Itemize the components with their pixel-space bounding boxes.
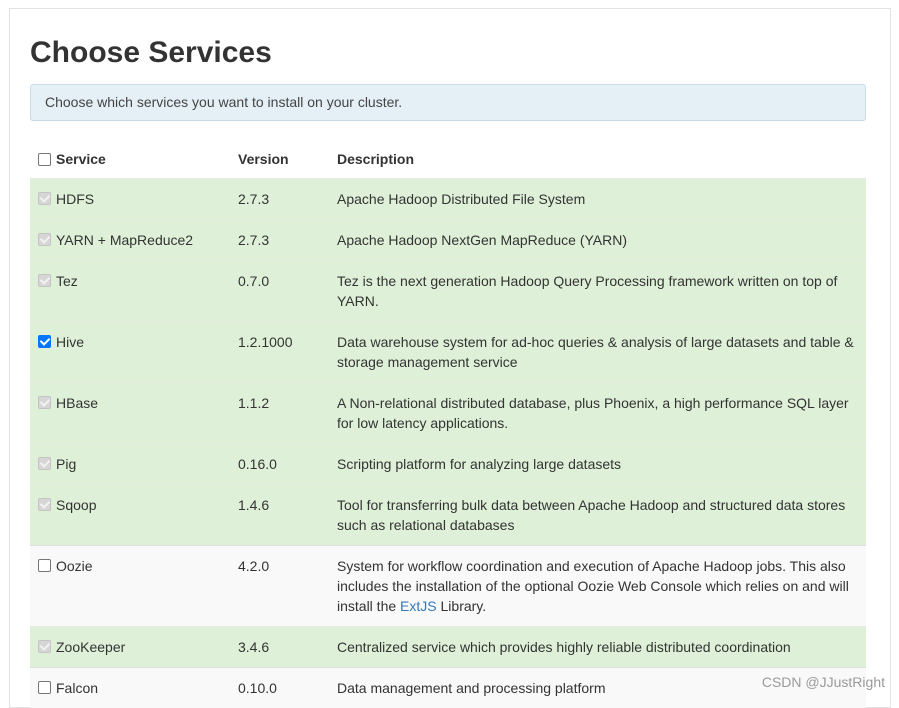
service-name: ZooKeeper <box>56 638 126 655</box>
service-version: 0.10.0 <box>238 666 337 708</box>
service-version: 4.2.0 <box>238 544 337 626</box>
service-name: Pig <box>56 455 77 472</box>
service-checkbox-yarn[interactable] <box>38 232 51 246</box>
info-alert: Choose which services you want to instal… <box>30 84 866 121</box>
service-description: Centralized service which provides highl… <box>337 625 866 667</box>
service-header-label: Service <box>56 151 106 168</box>
table-row-sqoop: Sqoop 1.4.6 Tool for transferring bulk d… <box>30 483 866 545</box>
service-version: 1.2.1000 <box>238 320 337 382</box>
oozie-description-suffix: Library. <box>436 597 487 614</box>
service-version: 0.16.0 <box>238 442 337 484</box>
service-checkbox-zookeeper[interactable] <box>38 639 51 653</box>
service-checkbox-sqoop[interactable] <box>38 497 51 511</box>
page-title: Choose Services <box>30 36 272 69</box>
service-version: 2.7.3 <box>238 218 337 260</box>
service-description: Data warehouse system for ad-hoc queries… <box>337 320 866 382</box>
service-version: 1.1.2 <box>238 381 337 443</box>
service-description: Apache Hadoop Distributed File System <box>337 177 866 219</box>
service-checkbox-hdfs[interactable] <box>38 191 51 205</box>
table-header-row: Service Version Description <box>30 141 866 178</box>
service-description: A Non-relational distributed database, p… <box>337 381 866 443</box>
service-checkbox-falcon[interactable] <box>38 680 51 694</box>
service-name: HDFS <box>56 190 95 207</box>
services-table: Service Version Description HDFS 2.7.3 A… <box>30 141 866 708</box>
service-checkbox-hbase[interactable] <box>38 395 51 409</box>
table-row-zookeeper: ZooKeeper 3.4.6 Centralized service whic… <box>30 625 866 667</box>
description-column-header: Description <box>337 151 415 168</box>
service-name: Falcon <box>56 679 99 696</box>
select-all-checkbox[interactable] <box>38 152 51 166</box>
extjs-link[interactable]: ExtJS <box>400 598 437 614</box>
service-checkbox-pig[interactable] <box>38 456 51 470</box>
service-version: 3.4.6 <box>238 625 337 667</box>
service-checkbox-hive[interactable] <box>38 334 51 348</box>
service-checkbox-oozie[interactable] <box>38 558 51 572</box>
service-column-header: Service <box>30 141 238 178</box>
service-description: System for workflow coordination and exe… <box>337 544 866 626</box>
watermark: CSDN @JJustRight <box>761 674 885 690</box>
table-row-hdfs: HDFS 2.7.3 Apache Hadoop Distributed Fil… <box>30 177 866 219</box>
service-name: Sqoop <box>56 496 97 513</box>
service-version: 2.7.3 <box>238 177 337 219</box>
service-name: YARN + MapReduce2 <box>56 231 194 248</box>
service-description: Tez is the next generation Hadoop Query … <box>337 259 866 321</box>
service-description: Tool for transferring bulk data between … <box>337 483 866 545</box>
service-description: Scripting platform for analyzing large d… <box>337 442 866 484</box>
service-version: 1.4.6 <box>238 483 337 545</box>
table-row-tez: Tez 0.7.0 Tez is the next generation Had… <box>30 259 866 321</box>
info-alert-text: Choose which services you want to instal… <box>45 94 403 110</box>
service-version: 0.7.0 <box>238 259 337 321</box>
service-name: HBase <box>56 394 99 411</box>
service-name: Hive <box>56 333 85 350</box>
table-row-falcon: Falcon 0.10.0 Data management and proces… <box>30 666 866 708</box>
table-row-yarn: YARN + MapReduce2 2.7.3 Apache Hadoop Ne… <box>30 218 866 260</box>
table-row-oozie: Oozie 4.2.0 System for workflow coordina… <box>30 544 866 626</box>
table-row-hive: Hive 1.2.1000 Data warehouse system for … <box>30 320 866 382</box>
service-name: Oozie <box>56 557 93 574</box>
service-checkbox-tez[interactable] <box>38 273 51 287</box>
version-column-header: Version <box>238 151 289 168</box>
service-name: Tez <box>56 272 78 289</box>
service-description: Apache Hadoop NextGen MapReduce (YARN) <box>337 218 866 260</box>
table-row-pig: Pig 0.16.0 Scripting platform for analyz… <box>30 442 866 484</box>
table-row-hbase: HBase 1.1.2 A Non-relational distributed… <box>30 381 866 443</box>
